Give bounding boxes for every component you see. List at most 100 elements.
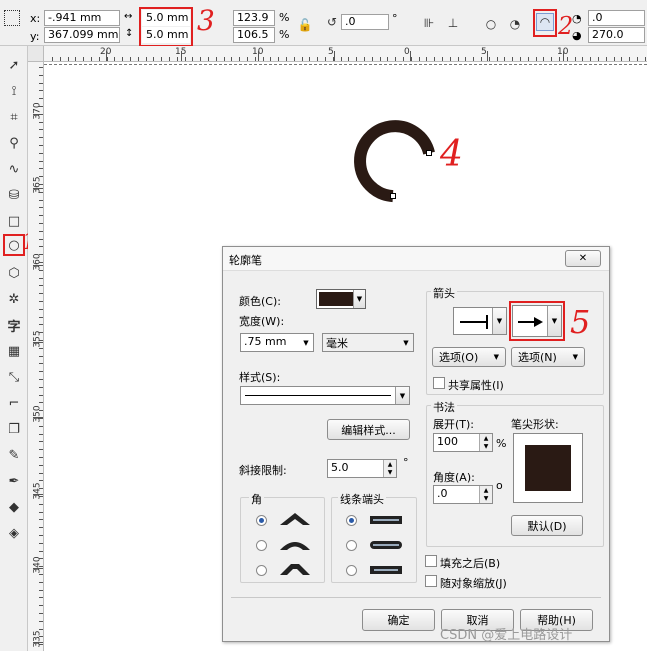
arrow-options-right-button[interactable]: 选项(N) ▼ — [511, 347, 585, 367]
cap-square-radio[interactable] — [346, 515, 357, 526]
connector-tool-icon[interactable]: ⌐ — [3, 392, 25, 414]
watermark: CSDN @爱上电路设计 — [440, 628, 573, 643]
arc-node-end[interactable] — [390, 193, 396, 199]
basic-shapes-icon[interactable]: ✲ — [3, 288, 25, 310]
corners-group-label: 角 — [249, 491, 264, 507]
corner-round-radio[interactable] — [256, 540, 267, 551]
arc-object[interactable] — [340, 105, 450, 215]
cap-round-radio[interactable] — [346, 540, 357, 551]
ruler-tick — [488, 57, 490, 61]
freehand-tool-icon[interactable]: ∿ — [3, 158, 25, 180]
cap-extended-radio[interactable] — [346, 565, 357, 576]
ruler-origin[interactable] — [28, 46, 44, 62]
ruler-tick — [39, 98, 43, 100]
start-angle-field[interactable]: .0 — [588, 10, 645, 26]
eyedropper-icon[interactable]: ✎ — [3, 444, 25, 466]
arc-node-start[interactable] — [426, 150, 432, 156]
angle-field[interactable]: .0 ▲ ▼ — [433, 485, 493, 504]
ruler-label: 0 — [404, 47, 410, 57]
ruler-tick — [39, 457, 43, 458]
corner-miter-radio[interactable] — [256, 515, 267, 526]
text-tool-icon[interactable]: 字 — [3, 314, 25, 336]
angle-spinner[interactable]: ▲ ▼ — [479, 486, 492, 503]
outline-pen-icon[interactable]: ✒ — [3, 470, 25, 492]
polygon-tool-icon[interactable]: ⬡ — [3, 262, 25, 284]
y-position-field[interactable]: 367.099 mm — [44, 27, 120, 43]
corner-bevel-radio[interactable] — [256, 565, 267, 576]
scale-x-field[interactable]: 123.9 — [233, 10, 275, 26]
start-arrow-bar — [486, 315, 488, 329]
ruler-tick — [145, 57, 147, 61]
fill-tool-icon[interactable]: ◆ — [3, 496, 25, 518]
width-field[interactable]: 5.0 mm — [142, 10, 190, 26]
ruler-tick — [39, 371, 43, 373]
cap-extended-center — [374, 569, 398, 571]
ruler-major-tick — [33, 494, 43, 495]
fill-behind-checkbox[interactable] — [425, 555, 437, 567]
reference-point-icon[interactable] — [4, 10, 20, 26]
mirror-horizontal-icon[interactable]: ⊪ — [420, 14, 438, 32]
table-tool-icon[interactable]: ▦ — [3, 340, 25, 362]
stretch-label: 展开(T): — [433, 418, 475, 431]
ruler-tick — [39, 277, 43, 279]
nib-shape-preview[interactable] — [513, 433, 583, 503]
ruler-tick — [605, 57, 607, 61]
dimension-tool-icon[interactable]: ⤡ — [3, 366, 25, 388]
style-select[interactable]: ▼ — [240, 386, 410, 405]
outline-pen-dialog: 轮廓笔 ✕ 颜色(C): ▼ 宽度(W): .75 mm ▼ 毫米 ▼ 样式(S… — [222, 246, 610, 642]
lock-ratio-icon[interactable]: 🔓 — [296, 16, 314, 34]
miter-field[interactable]: 5.0 ▲ ▼ — [327, 459, 397, 478]
smart-fill-icon[interactable]: ⛁ — [3, 184, 25, 206]
ruler-tick — [364, 57, 365, 61]
end-angle-field[interactable]: 270.0 — [588, 27, 645, 43]
arc-shape[interactable] — [354, 120, 435, 203]
crop-tool-icon[interactable]: ⌗ — [3, 106, 25, 128]
start-arrow-preview — [460, 321, 486, 323]
miter-spinner[interactable]: ▲ ▼ — [383, 460, 396, 477]
mirror-vertical-icon[interactable]: ⊥ — [444, 14, 462, 32]
ok-button[interactable]: 确定 — [362, 609, 435, 631]
share-attributes-checkbox[interactable] — [433, 377, 445, 389]
ruler-tick — [39, 285, 43, 287]
ruler-major-tick — [487, 51, 488, 61]
stretch-field[interactable]: 100 ▲ ▼ — [433, 433, 493, 452]
pie-mode-icon[interactable]: ◔ — [506, 15, 524, 33]
unit-select[interactable]: 毫米 ▼ — [322, 333, 414, 352]
default-button[interactable]: 默认(D) — [511, 515, 583, 536]
end-arrow-dropdown: ▼ — [547, 306, 561, 336]
rotation-field[interactable]: .0 — [341, 14, 389, 30]
edit-style-button[interactable]: 编辑样式... — [327, 419, 410, 440]
arc-mode-icon[interactable]: ◠ — [536, 13, 554, 31]
interactive-fill-icon[interactable]: ◈ — [3, 522, 25, 544]
x-position-field[interactable]: -.941 mm — [44, 10, 120, 26]
stretch-spinner[interactable]: ▲ ▼ — [479, 434, 492, 451]
pick-tool-icon[interactable]: ➚ — [3, 54, 25, 76]
stretch-unit: % — [496, 437, 507, 450]
arrow-options-left-button[interactable]: 选项(O) ▼ — [432, 347, 506, 367]
blend-tool-icon[interactable]: ❐ — [3, 418, 25, 440]
scale-with-image-checkbox[interactable] — [425, 575, 437, 587]
ruler-tick — [39, 90, 43, 92]
ruler-tick — [39, 82, 43, 84]
end-arrow-select[interactable]: ▼ — [512, 305, 562, 337]
ruler-tick — [114, 57, 116, 61]
ruler-tick — [208, 57, 209, 61]
scale-y-field[interactable]: 106.5 — [233, 27, 275, 43]
shape-tool-icon[interactable]: ⟟ — [3, 80, 25, 102]
color-picker[interactable]: ▼ — [316, 289, 366, 309]
ruler-tick — [98, 57, 100, 61]
rectangle-tool-icon[interactable]: □ — [3, 210, 25, 232]
ellipse-mode-icon[interactable]: ○ — [482, 15, 500, 33]
height-field[interactable]: 5.0 mm — [142, 27, 190, 43]
ruler-tick — [39, 324, 43, 326]
ruler-tick — [286, 57, 287, 61]
ruler-tick — [262, 57, 264, 61]
ruler-tick — [153, 57, 155, 61]
dialog-close-button[interactable]: ✕ — [565, 250, 601, 267]
ruler-tick — [39, 402, 43, 404]
width-select[interactable]: .75 mm ▼ — [240, 333, 314, 352]
ruler-tick — [39, 433, 43, 435]
zoom-tool-icon[interactable]: ⚲ — [3, 132, 25, 154]
ruler-tick — [39, 379, 43, 380]
start-arrow-select[interactable]: ▼ — [453, 307, 507, 335]
